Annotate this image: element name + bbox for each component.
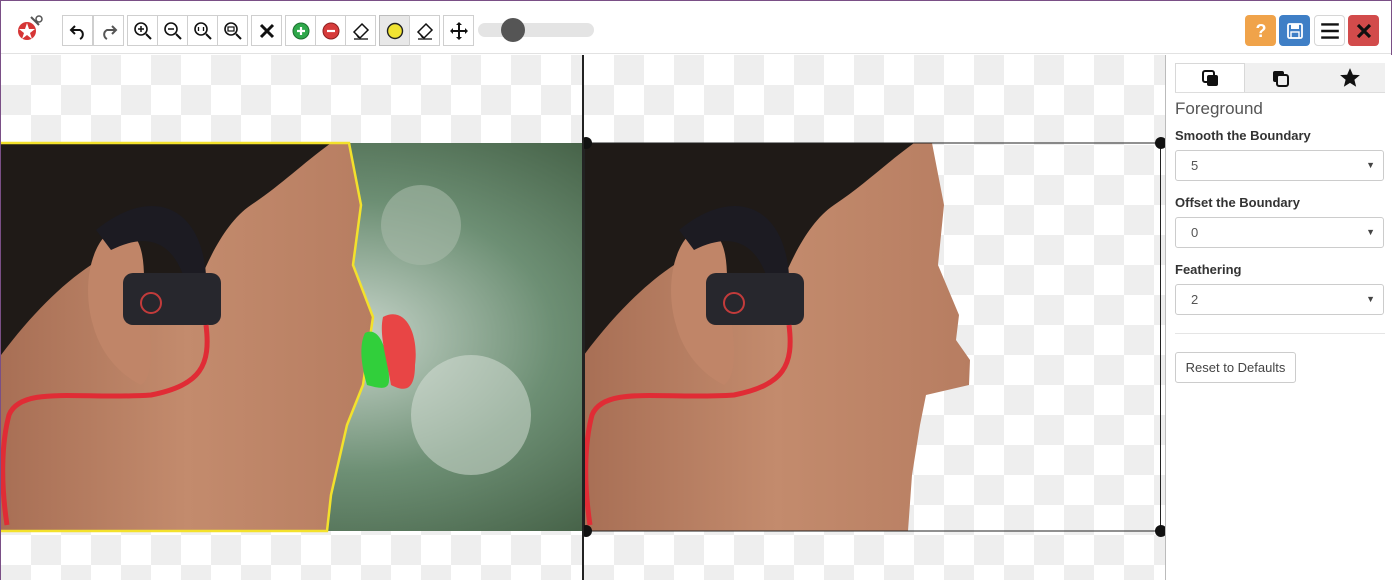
zoom-actual-icon <box>223 21 242 40</box>
offset-boundary-select[interactable]: 0 ▼ <box>1175 217 1384 248</box>
mark-foreground-button[interactable] <box>285 15 316 46</box>
zoom-fit-button[interactable] <box>187 15 218 46</box>
star-tab-icon <box>1340 67 1360 87</box>
original-image-canvas[interactable] <box>1 55 583 580</box>
redo-button[interactable] <box>93 15 124 46</box>
tab-background[interactable] <box>1245 63 1315 92</box>
zoom-out-button[interactable] <box>157 15 188 46</box>
panel-tabs <box>1175 63 1385 93</box>
help-button[interactable]: ? <box>1245 15 1276 46</box>
brush-size-slider-handle[interactable] <box>500 18 525 42</box>
menu-button[interactable] <box>1314 15 1345 46</box>
undo-button[interactable] <box>62 15 93 46</box>
mark-foreground-icon <box>292 22 309 39</box>
close-icon <box>1356 23 1371 38</box>
hair-eraser-button[interactable] <box>409 15 440 46</box>
toolbar: ? <box>1 1 1391 54</box>
dropdown-arrow-icon: ▼ <box>1366 227 1375 237</box>
undo-icon <box>69 24 84 40</box>
zoom-in-icon <box>133 21 152 40</box>
save-button[interactable] <box>1279 15 1310 46</box>
dropdown-arrow-icon: ▼ <box>1366 294 1375 304</box>
hair-brush-icon <box>386 22 403 39</box>
save-icon <box>1286 22 1303 39</box>
foreground-tab-icon <box>1202 70 1218 86</box>
result-preview-canvas[interactable] <box>584 55 1165 580</box>
svg-text:?: ? <box>1255 21 1266 41</box>
smooth-boundary-label: Smooth the Boundary <box>1175 128 1311 143</box>
background-tab-icon <box>1273 70 1289 87</box>
tab-star[interactable] <box>1315 63 1385 92</box>
zoom-actual-button[interactable] <box>217 15 248 46</box>
feathering-select[interactable]: 2 ▼ <box>1175 284 1384 315</box>
dropdown-arrow-icon: ▼ <box>1366 160 1375 170</box>
eraser-icon <box>352 22 369 40</box>
offset-boundary-label: Offset the Boundary <box>1175 195 1300 210</box>
app-logo <box>18 15 43 40</box>
panel-divider <box>1175 333 1385 334</box>
pan-button[interactable] <box>443 15 474 46</box>
panel-title: Foreground <box>1175 99 1263 118</box>
reset-defaults-button[interactable]: Reset to Defaults <box>1175 352 1296 383</box>
close-button[interactable] <box>1348 15 1379 46</box>
cutout-result <box>584 137 1165 537</box>
settings-panel: Foreground Smooth the Boundary 5 ▼ Offse… <box>1165 55 1392 580</box>
smooth-boundary-value: 5 <box>1191 158 1199 173</box>
zoom-in-button[interactable] <box>127 15 158 46</box>
hamburger-menu-icon <box>1320 22 1339 39</box>
help-icon: ? <box>1255 21 1266 41</box>
zoom-fit-icon <box>193 21 212 40</box>
mark-background-button[interactable] <box>315 15 346 46</box>
clear-marks-button[interactable] <box>251 15 282 46</box>
hair-brush-button[interactable] <box>379 15 410 46</box>
eraser-button[interactable] <box>345 15 376 46</box>
app-window: ? Foreground Smooth the Boundary 5 ▼ Off… <box>0 0 1392 580</box>
original-photo <box>1 141 583 533</box>
tab-foreground[interactable] <box>1175 63 1245 92</box>
zoom-out-icon <box>163 21 182 40</box>
feathering-label: Feathering <box>1175 262 1242 277</box>
mark-background-icon <box>322 22 339 39</box>
brush-size-slider[interactable] <box>478 23 594 37</box>
smooth-boundary-select[interactable]: 5 ▼ <box>1175 150 1384 181</box>
eraser-icon <box>416 22 433 40</box>
feathering-value: 2 <box>1191 292 1199 307</box>
offset-boundary-value: 0 <box>1191 225 1199 240</box>
clear-marks-icon <box>259 23 274 38</box>
pan-icon <box>449 21 468 40</box>
redo-icon <box>102 24 117 40</box>
